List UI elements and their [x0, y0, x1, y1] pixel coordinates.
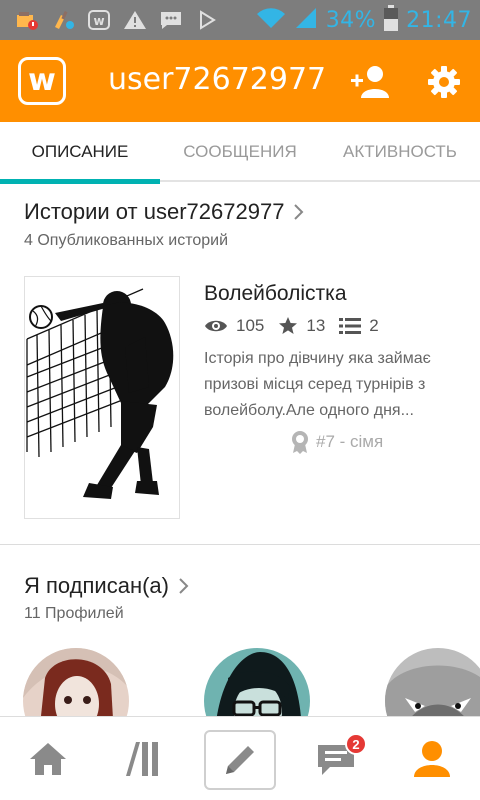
wattpad-notification-icon: w	[86, 9, 112, 31]
reads-stat: 105	[204, 316, 264, 336]
stories-count: 4 Опубликованных историй	[24, 232, 229, 249]
messages-badge: 2	[345, 733, 367, 755]
tab-messages[interactable]: СООБЩЕНИЯ	[160, 122, 320, 182]
signal-icon	[294, 6, 318, 35]
bottom-navigation	[0, 716, 480, 800]
star-icon	[279, 317, 298, 334]
tab-activity[interactable]: АКТИВНОСТЬ	[320, 122, 480, 182]
play-store-icon	[194, 9, 220, 31]
warning-icon	[122, 9, 148, 31]
story-stats: 105 13 2	[204, 316, 393, 336]
reads-count: 105	[236, 316, 265, 335]
message-icon	[158, 9, 184, 31]
gear-icon	[428, 66, 460, 98]
story-title[interactable]: Волейболістка	[204, 282, 347, 306]
nav-profile-button[interactable]	[384, 717, 480, 800]
eye-icon	[205, 320, 227, 332]
svg-text:w: w	[93, 14, 104, 28]
rank-text: #7 - сімя	[316, 432, 384, 451]
parts-stat: 2	[339, 316, 379, 336]
story-description: Історія про дівчину яка займає призові м…	[204, 350, 431, 419]
follow-user-button[interactable]	[348, 60, 392, 104]
parts-count: 2	[369, 316, 379, 335]
home-icon	[30, 743, 66, 775]
chevron-right-icon	[179, 578, 189, 594]
logo-letter: w	[28, 63, 56, 98]
battery-icon	[384, 4, 399, 36]
status-bar: w 34% 21:47	[0, 0, 480, 40]
volleyball-player-illustration	[26, 288, 174, 499]
wifi-icon	[256, 6, 286, 35]
following-section-header[interactable]: Я подписан(а)	[24, 573, 189, 599]
stories-section-header[interactable]: Истории от user72672977	[24, 199, 304, 225]
chevron-right-icon	[294, 204, 304, 220]
following-count: 11 Профилей	[24, 605, 124, 622]
profile-username: user72672977	[108, 62, 327, 97]
story-cover[interactable]	[24, 276, 180, 519]
sd-card-warning-icon	[14, 9, 40, 31]
profile-tabs: ОПИСАНИЕ СООБЩЕНИЯ АКТИВНОСТЬ	[0, 122, 480, 184]
nav-library-button[interactable]	[96, 717, 192, 800]
battery-percent: 34%	[325, 7, 377, 33]
story-rank: #7 - сімя	[290, 430, 383, 454]
wattpad-logo[interactable]: w	[18, 57, 66, 105]
profile-icon	[414, 741, 450, 777]
add-user-icon	[351, 66, 389, 98]
following-section-title: Я подписан(а)	[24, 573, 169, 598]
nav-messages-button[interactable]	[288, 717, 384, 800]
app-bar: w user72672977	[0, 40, 480, 122]
nav-home-button[interactable]	[0, 717, 96, 800]
pencil-icon	[226, 746, 254, 774]
votes-stat: 13	[278, 316, 325, 336]
clock: 21:47	[406, 7, 472, 33]
votes-count: 13	[306, 316, 326, 335]
nav-write-button[interactable]	[204, 730, 276, 790]
tab-description[interactable]: ОПИСАНИЕ	[0, 122, 160, 184]
section-divider	[0, 544, 480, 545]
stories-section-title: Истории от user72672977	[24, 199, 285, 224]
settings-button[interactable]	[422, 60, 466, 104]
ribbon-icon	[292, 431, 308, 454]
cleaner-icon	[50, 9, 76, 31]
library-icon	[126, 742, 158, 776]
list-icon	[339, 318, 362, 334]
